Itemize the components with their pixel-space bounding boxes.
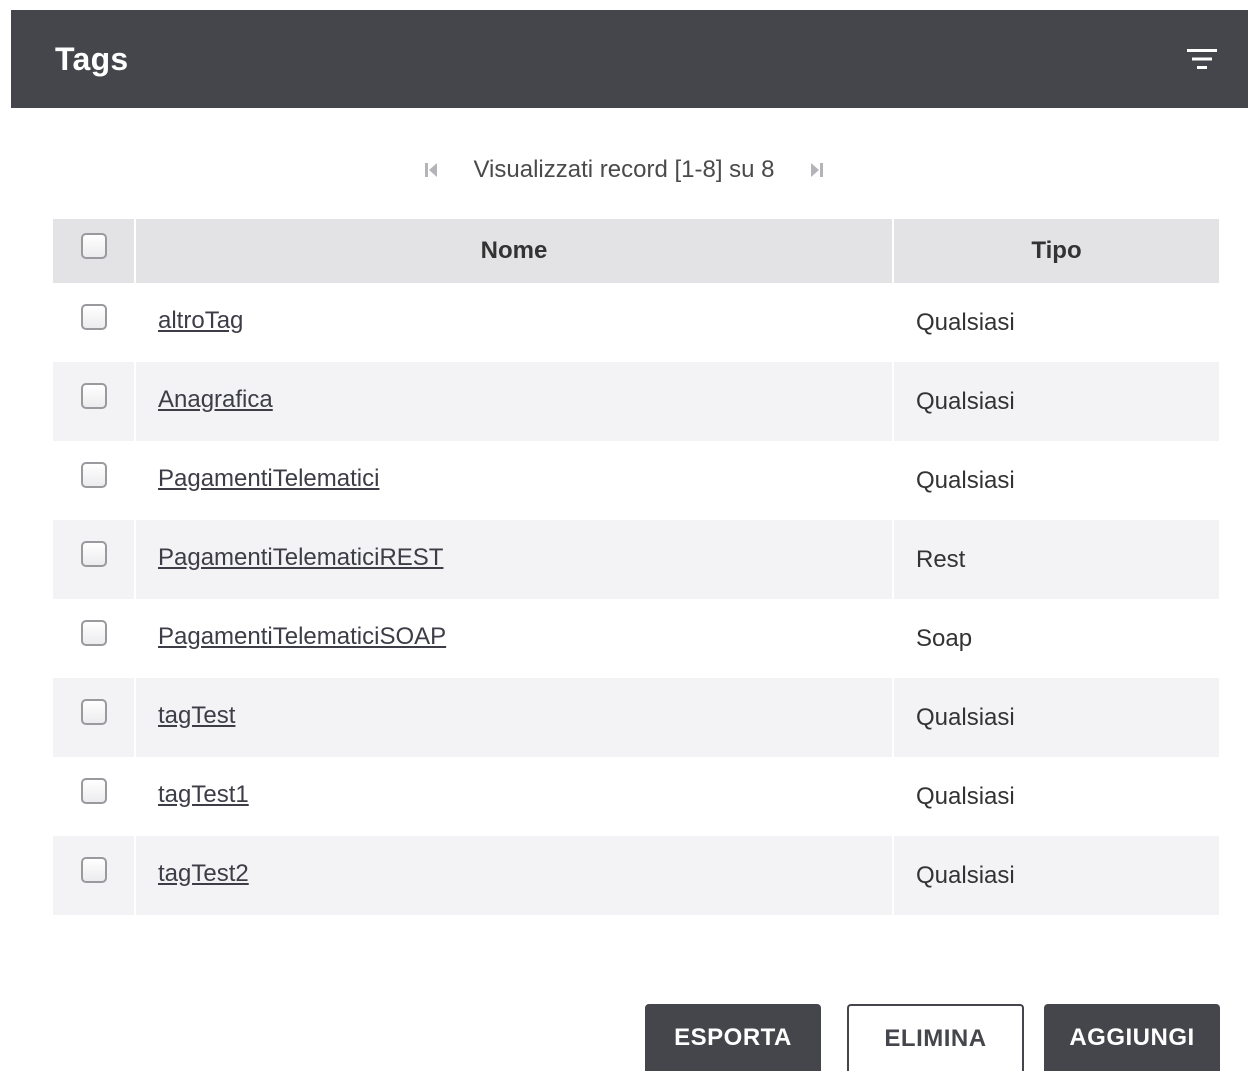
row-checkbox[interactable]	[80, 462, 107, 489]
pagination-info: Visualizzati record [1-8] su 8	[473, 156, 775, 183]
tag-type: Qualsiasi	[916, 466, 1015, 494]
tag-name-link[interactable]: altroTag	[158, 307, 243, 334]
page-title: Tags	[55, 40, 129, 77]
tag-type: Qualsiasi	[916, 703, 1015, 731]
table-header-row: Nome Tipo	[53, 219, 1219, 283]
column-header-tipo[interactable]: Tipo	[893, 219, 1219, 283]
row-checkbox[interactable]	[80, 304, 107, 331]
select-all-checkbox[interactable]	[80, 232, 107, 259]
page-header: Tags	[11, 10, 1248, 108]
table-row: PagamentiTelematiciREST Rest	[53, 520, 1219, 599]
delete-button[interactable]: ELIMINA	[847, 1004, 1024, 1071]
first-page-icon[interactable]	[423, 161, 439, 179]
row-checkbox[interactable]	[80, 383, 107, 410]
select-all-cell	[53, 219, 136, 283]
tag-type: Soap	[916, 624, 973, 652]
table-row: tagTest Qualsiasi	[53, 678, 1219, 757]
tag-name-link[interactable]: PagamentiTelematiciREST	[158, 544, 443, 571]
table-row: Anagrafica Qualsiasi	[53, 362, 1219, 441]
last-page-icon[interactable]	[809, 161, 825, 179]
table-row: PagamentiTelematiciSOAP Soap	[53, 599, 1219, 678]
row-checkbox[interactable]	[80, 620, 107, 647]
tag-type: Rest	[916, 545, 966, 573]
tag-type: Qualsiasi	[916, 308, 1015, 336]
column-header-nome[interactable]: Nome	[135, 219, 894, 283]
add-button[interactable]: AGGIUNGI	[1044, 1004, 1220, 1071]
export-button[interactable]: ESPORTA	[645, 1004, 821, 1071]
tag-type: Qualsiasi	[916, 782, 1015, 810]
row-checkbox[interactable]	[80, 857, 107, 884]
table-row: PagamentiTelematici Qualsiasi	[53, 441, 1219, 520]
tag-name-link[interactable]: PagamentiTelematiciSOAP	[158, 623, 446, 650]
filter-icon[interactable]	[1186, 47, 1218, 71]
row-checkbox[interactable]	[80, 778, 107, 805]
tag-name-link[interactable]: PagamentiTelematici	[158, 465, 379, 492]
tag-name-link[interactable]: tagTest	[158, 702, 235, 729]
tag-type: Qualsiasi	[916, 861, 1015, 889]
row-checkbox[interactable]	[80, 699, 107, 726]
table-row: tagTest2 Qualsiasi	[53, 836, 1219, 915]
tag-name-link[interactable]: Anagrafica	[158, 386, 273, 413]
tag-type: Qualsiasi	[916, 387, 1015, 415]
tags-table: Nome Tipo altroTag Qualsiasi Anagrafica …	[53, 219, 1219, 915]
row-checkbox[interactable]	[80, 541, 107, 568]
tag-name-link[interactable]: tagTest1	[158, 781, 249, 808]
tag-name-link[interactable]: tagTest2	[158, 860, 249, 887]
table-row: altroTag Qualsiasi	[53, 283, 1219, 362]
pagination-bar: Visualizzati record [1-8] su 8	[0, 148, 1248, 192]
table-row: tagTest1 Qualsiasi	[53, 757, 1219, 836]
